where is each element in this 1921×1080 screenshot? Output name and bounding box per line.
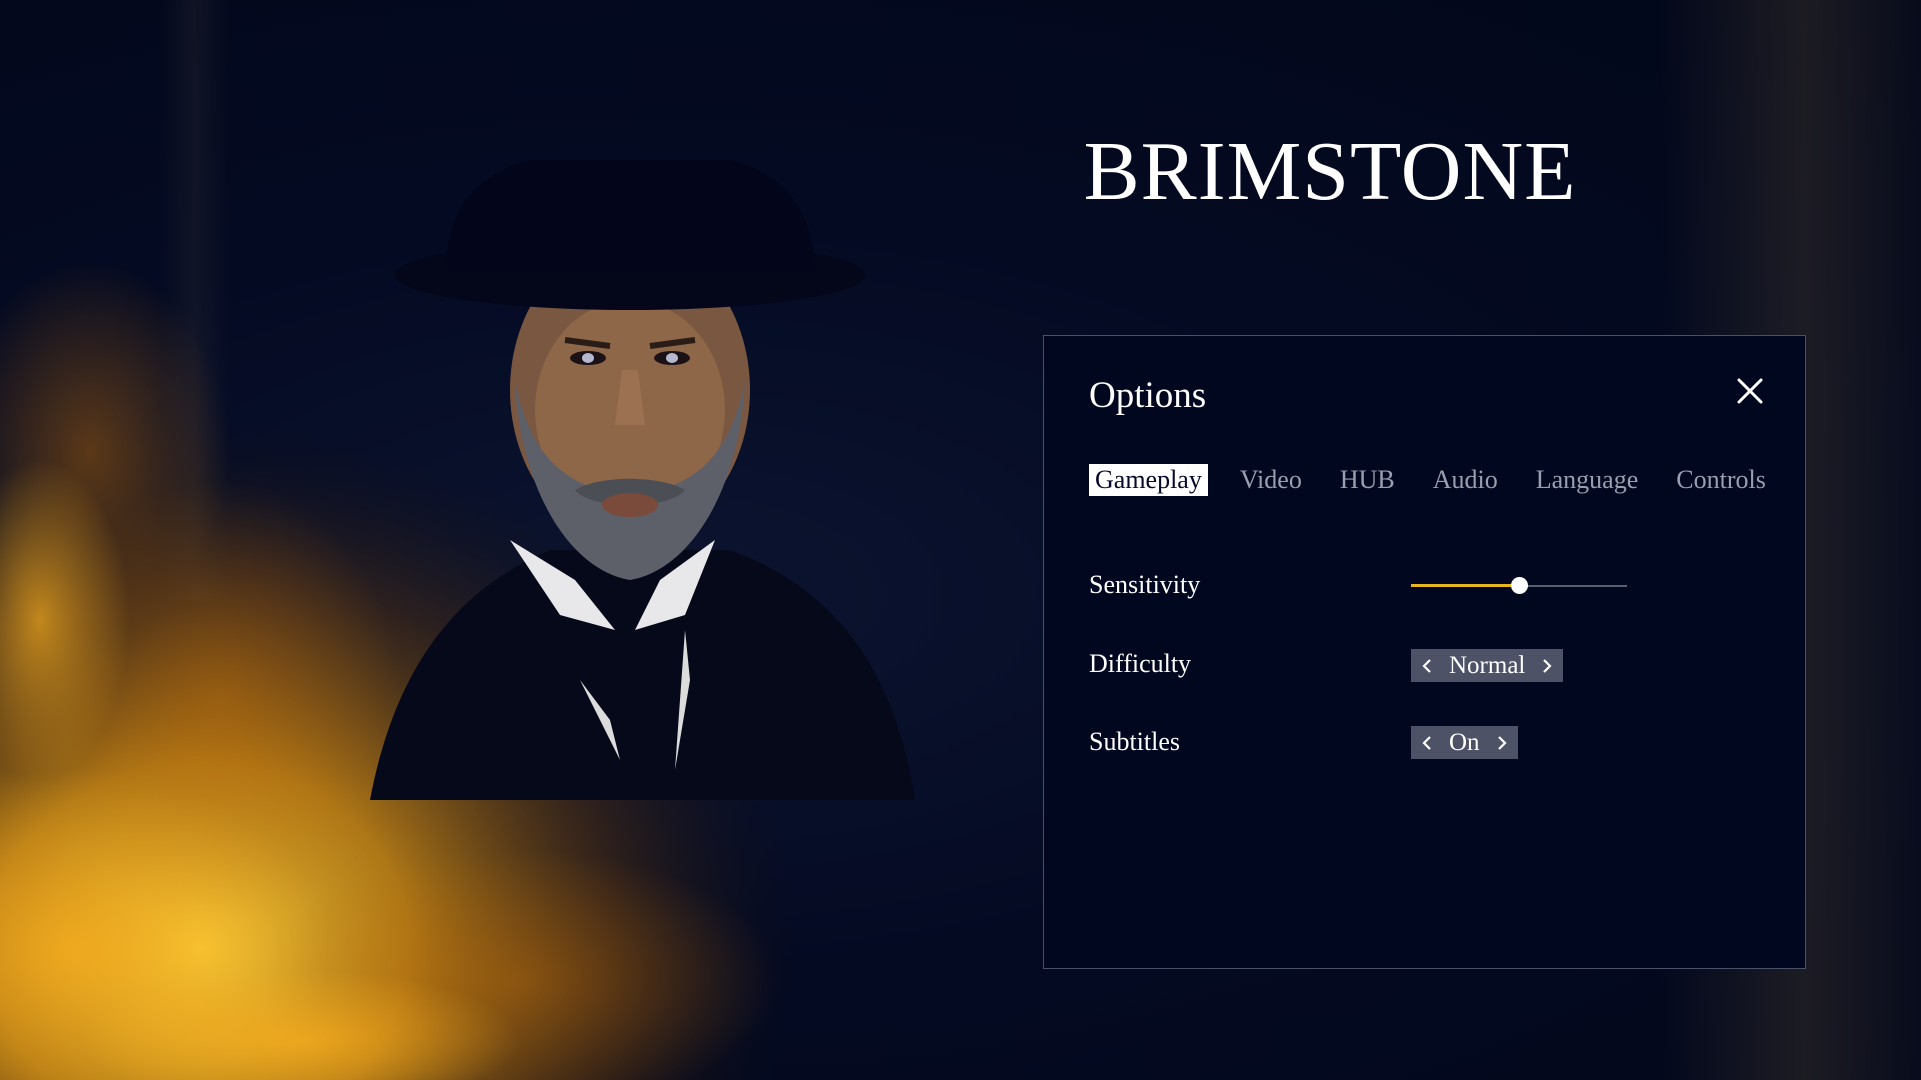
- slider-handle[interactable]: [1511, 577, 1528, 594]
- chevron-right-icon: [1497, 735, 1507, 750]
- close-button[interactable]: [1735, 376, 1765, 406]
- slider-fill: [1411, 584, 1519, 587]
- tab-video[interactable]: Video: [1234, 464, 1308, 496]
- chevron-left-icon: [1422, 658, 1431, 673]
- subtitles-label: Subtitles: [1089, 727, 1181, 756]
- game-title: BRIMSTONE: [1083, 125, 1577, 218]
- subtitles-next-button[interactable]: [1486, 726, 1518, 759]
- subtitles-value: On: [1449, 728, 1480, 756]
- difficulty-label: Difficulty: [1089, 649, 1192, 678]
- chevron-left-icon: [1422, 735, 1431, 750]
- tab-controls[interactable]: Controls: [1670, 464, 1772, 496]
- subtitles-selector: On: [1411, 726, 1518, 759]
- close-icon: [1737, 378, 1763, 404]
- options-tabs: Gameplay Video HUB Audio Language Contro…: [1089, 464, 1772, 496]
- difficulty-selector: Normal: [1411, 649, 1564, 682]
- tab-hub[interactable]: HUB: [1334, 464, 1401, 496]
- options-panel: Options Gameplay Video HUB Audio Languag…: [1043, 335, 1806, 969]
- tab-language[interactable]: Language: [1530, 464, 1645, 496]
- subtitles-prev-button[interactable]: [1411, 726, 1443, 759]
- game-options-screen: BRIMSTONE Options Gameplay Video HUB Aud…: [0, 0, 1921, 1080]
- chevron-right-icon: [1543, 658, 1552, 673]
- tab-gameplay[interactable]: Gameplay: [1089, 464, 1208, 496]
- difficulty-prev-button[interactable]: [1411, 649, 1443, 682]
- character-portrait: [370, 160, 915, 800]
- difficulty-next-button[interactable]: [1531, 649, 1563, 682]
- sensitivity-label: Sensitivity: [1089, 570, 1201, 599]
- sensitivity-slider[interactable]: [1411, 576, 1627, 596]
- tab-audio[interactable]: Audio: [1427, 464, 1504, 496]
- options-title: Options: [1089, 375, 1207, 416]
- difficulty-value: Normal: [1449, 651, 1526, 679]
